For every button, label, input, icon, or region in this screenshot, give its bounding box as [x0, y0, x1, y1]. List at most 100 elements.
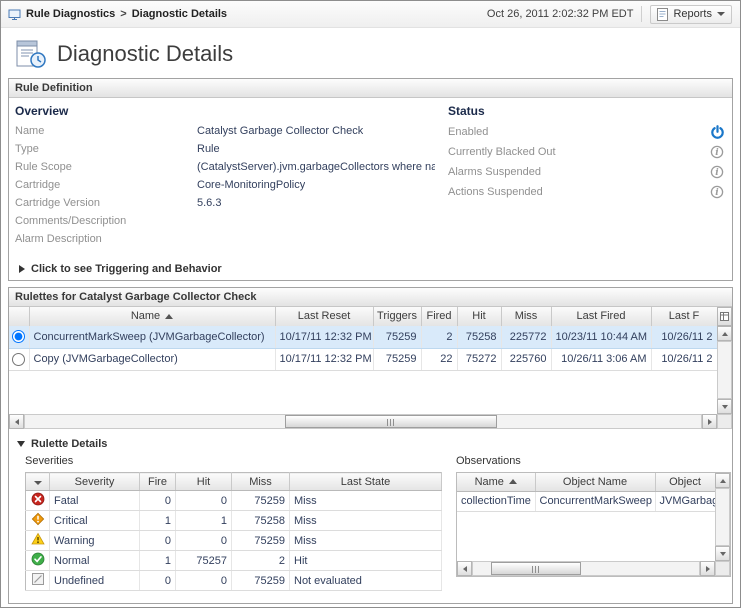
rulettes-vertical-scrollbar[interactable] — [717, 326, 732, 414]
undefined-icon — [31, 572, 45, 586]
column-header-hit[interactable]: Hit — [457, 307, 501, 326]
status-column: Status Enabled Currently Blacked Out i A… — [448, 104, 726, 202]
vertical-scroll-track[interactable] — [717, 341, 732, 399]
column-header-last-state[interactable]: Last State — [290, 473, 442, 491]
rulettes-horizontal-scrollbar[interactable] — [9, 414, 717, 429]
filter-icon — [34, 481, 42, 485]
horizontal-scroll-thumb[interactable] — [285, 415, 497, 428]
field-label: Cartridge Version — [15, 194, 197, 212]
cell-object-name: ConcurrentMarkSweep — [535, 491, 655, 511]
cell-hit: 75272 — [457, 348, 501, 370]
column-header-last-hit[interactable]: Last F — [651, 307, 717, 326]
severities-title: Severities — [25, 455, 442, 470]
scroll-down-button[interactable] — [715, 546, 730, 561]
vertical-scroll-track[interactable] — [715, 488, 730, 546]
cell-object: JVMGarbag — [655, 491, 715, 511]
cell-miss: 2 — [232, 551, 290, 571]
status-title: Status — [448, 104, 726, 120]
observations-horizontal-scrollbar[interactable] — [457, 561, 715, 576]
field-row: Rule Scope(CatalystServer).jvm.garbageCo… — [15, 158, 435, 176]
cell-severity: Fatal — [50, 491, 140, 511]
cell-severity: Normal — [50, 551, 140, 571]
scroll-right-button[interactable] — [700, 561, 715, 576]
column-header-object[interactable]: Object — [655, 473, 715, 491]
column-chooser-button[interactable] — [717, 307, 732, 326]
status-row: Currently Blacked Out i — [448, 142, 726, 162]
scroll-down-button[interactable] — [717, 399, 732, 414]
cell-hit: 1 — [176, 511, 232, 531]
rule-diagnostics-icon — [8, 8, 21, 21]
scroll-left-button[interactable] — [457, 561, 472, 576]
top-bar: Rule Diagnostics > Diagnostic Details Oc… — [1, 1, 740, 28]
horizontal-scroll-thumb[interactable] — [491, 562, 581, 575]
cell-severity: Critical — [50, 511, 140, 531]
column-header-last-fired[interactable]: Last Fired — [551, 307, 651, 326]
severities-table: Severity Fire Hit Miss Last State Fatal … — [25, 472, 442, 591]
triggering-behavior-expander[interactable]: Click to see Triggering and Behavior — [19, 260, 222, 278]
svg-text:i: i — [715, 188, 719, 198]
rulette-row[interactable]: ConcurrentMarkSweep (JVMGarbageCollector… — [9, 326, 717, 348]
cell-last-hit: 10/26/11 2 — [651, 326, 717, 348]
column-header-fired[interactable]: Fired — [421, 307, 457, 326]
field-value: Core-MonitoringPolicy — [197, 176, 305, 194]
breadcrumb-rule-diagnostics[interactable]: Rule Diagnostics — [26, 8, 115, 20]
svg-text:i: i — [715, 148, 719, 158]
column-header-hit[interactable]: Hit — [176, 473, 232, 491]
scroll-up-button[interactable] — [717, 326, 732, 341]
column-header-last-reset[interactable]: Last Reset — [275, 307, 373, 326]
column-header-name[interactable]: Name — [457, 473, 535, 491]
scrollbar-corner — [715, 561, 730, 576]
observations-vertical-scrollbar[interactable] — [715, 473, 730, 561]
field-label: Cartridge — [15, 176, 197, 194]
cell-triggers: 75259 — [373, 326, 421, 348]
column-header-miss[interactable]: Miss — [501, 307, 551, 326]
severity-row[interactable]: Critical 1 1 75258 Miss — [26, 511, 442, 531]
column-header-miss[interactable]: Miss — [232, 473, 290, 491]
power-icon[interactable] — [710, 125, 726, 140]
column-header-object-name[interactable]: Object Name — [535, 473, 655, 491]
rulette-row[interactable]: Copy (JVMGarbageCollector) 10/17/11 12:3… — [9, 348, 717, 370]
rulette-radio[interactable] — [12, 353, 25, 366]
field-label: Comments/Description — [15, 212, 197, 230]
scroll-left-button[interactable] — [9, 414, 24, 429]
info-icon: i — [710, 165, 726, 179]
field-label: Type — [15, 140, 197, 158]
status-row: Actions Suspended i — [448, 182, 726, 202]
rulette-details-header[interactable]: Rulette Details — [9, 435, 732, 453]
severity-row[interactable]: Undefined 0 0 75259 Not evaluated — [26, 571, 442, 591]
scroll-up-button[interactable] — [715, 473, 730, 488]
observations-table: Name Object Name Object collectionTime C… — [457, 473, 716, 512]
severity-row[interactable]: Normal 1 75257 2 Hit — [26, 551, 442, 571]
rulettes-header-table: Name Last Reset Triggers Fired Hit Miss … — [9, 307, 718, 327]
cell-miss: 225760 — [501, 348, 551, 370]
scroll-right-button[interactable] — [702, 414, 717, 429]
observation-row[interactable]: collectionTime ConcurrentMarkSweep JVMGa… — [457, 491, 715, 511]
rulettes-table-region: Name Last Reset Triggers Fired Hit Miss … — [9, 307, 732, 429]
rule-definition-body: Overview NameCatalyst Garbage Collector … — [9, 98, 732, 280]
cell-last-state: Hit — [290, 551, 442, 571]
cell-hit: 75258 — [457, 326, 501, 348]
severity-filter-header[interactable] — [26, 473, 50, 491]
field-label: Name — [15, 122, 197, 140]
severity-row[interactable]: Fatal 0 0 75259 Miss — [26, 491, 442, 511]
observations-block: Observations Name Object Name Object — [456, 455, 731, 591]
column-header-severity[interactable]: Severity — [50, 473, 140, 491]
field-row: TypeRule — [15, 140, 435, 158]
breadcrumb-separator: > — [120, 8, 126, 20]
horizontal-scroll-track[interactable] — [24, 414, 702, 429]
column-header-fire[interactable]: Fire — [140, 473, 176, 491]
rulette-radio[interactable] — [12, 330, 25, 343]
reports-button[interactable]: Reports — [650, 5, 732, 24]
severity-row[interactable]: Warning 0 0 75259 Miss — [26, 531, 442, 551]
cell-triggers: 75259 — [373, 348, 421, 370]
field-value: (CatalystServer).jvm.garbageCollectors w… — [197, 158, 435, 176]
column-header-name[interactable]: Name — [29, 307, 275, 326]
breadcrumb: Rule Diagnostics > Diagnostic Details — [8, 8, 227, 21]
cell-fired: 2 — [421, 326, 457, 348]
status-row: Enabled — [448, 122, 726, 142]
rulettes-table-body: ConcurrentMarkSweep (JVMGarbageCollector… — [9, 326, 717, 414]
horizontal-scroll-track[interactable] — [472, 561, 700, 576]
rule-definition-panel: Rule Definition Overview NameCatalyst Ga… — [8, 78, 733, 281]
column-header-triggers[interactable]: Triggers — [373, 307, 421, 326]
cell-miss: 75258 — [232, 511, 290, 531]
